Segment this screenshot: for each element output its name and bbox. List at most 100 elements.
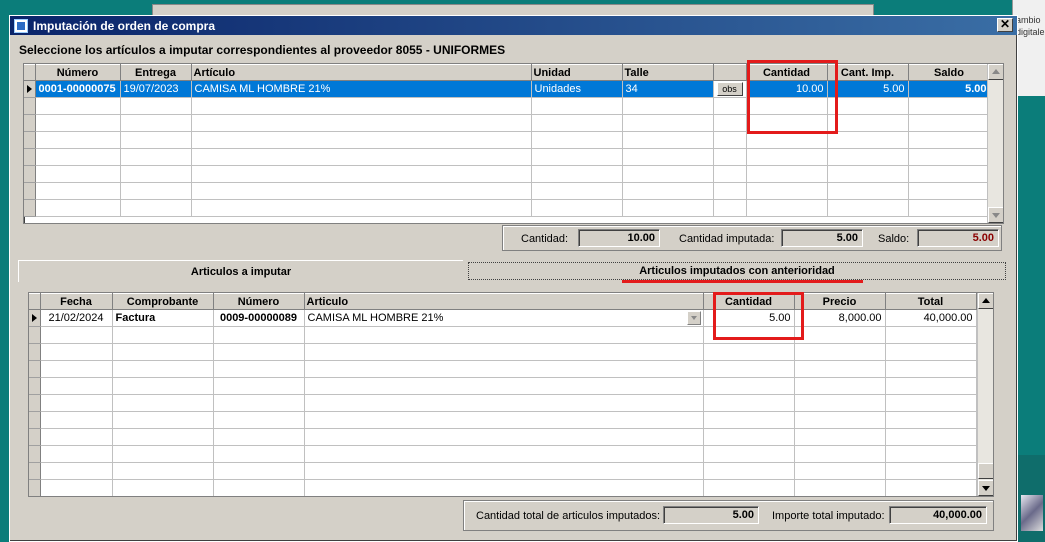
empty-cell[interactable] — [827, 148, 909, 166]
table-row[interactable] — [29, 445, 977, 463]
empty-cell[interactable] — [908, 182, 991, 200]
empty-cell[interactable] — [40, 343, 113, 361]
empty-cell[interactable] — [40, 394, 113, 412]
empty-cell[interactable] — [304, 479, 704, 496]
empty-cell[interactable] — [703, 445, 795, 463]
col-header-talle[interactable]: Talle — [622, 64, 714, 81]
empty-cell[interactable] — [885, 411, 977, 429]
empty-cell[interactable] — [713, 182, 747, 200]
empty-cell[interactable] — [191, 131, 532, 149]
table-row[interactable] — [24, 165, 991, 183]
empty-cell[interactable] — [622, 199, 714, 217]
table-row[interactable] — [24, 114, 991, 132]
obs-button[interactable]: obs — [716, 82, 743, 96]
empty-cell[interactable] — [112, 428, 214, 446]
empty-cell[interactable] — [304, 462, 704, 480]
articles-scrollbar[interactable] — [987, 64, 1003, 223]
empty-cell[interactable] — [40, 462, 113, 480]
empty-cell[interactable] — [531, 131, 623, 149]
empty-cell[interactable] — [908, 114, 991, 132]
empty-cell[interactable] — [213, 445, 305, 463]
empty-cell[interactable] — [703, 479, 795, 496]
table-row[interactable] — [24, 131, 991, 149]
empty-cell[interactable] — [794, 445, 886, 463]
col-header-saldo[interactable]: Saldo — [908, 64, 991, 81]
empty-cell[interactable] — [40, 411, 113, 429]
empty-cell[interactable] — [40, 360, 113, 378]
empty-cell[interactable] — [304, 394, 704, 412]
empty-cell[interactable] — [304, 360, 704, 378]
empty-cell[interactable] — [713, 131, 747, 149]
empty-cell[interactable] — [794, 394, 886, 412]
table-row[interactable] — [29, 462, 977, 480]
empty-cell[interactable] — [213, 326, 305, 344]
empty-cell[interactable] — [713, 114, 747, 132]
col-header-comprobante[interactable]: Comprobante — [112, 293, 214, 310]
empty-cell[interactable] — [827, 199, 909, 217]
empty-cell[interactable] — [794, 462, 886, 480]
table-row[interactable] — [29, 428, 977, 446]
empty-cell[interactable] — [713, 165, 747, 183]
table-row[interactable] — [29, 343, 977, 361]
cell-total[interactable]: 40,000.00 — [885, 309, 977, 327]
empty-cell[interactable] — [703, 411, 795, 429]
empty-cell[interactable] — [703, 343, 795, 361]
empty-cell[interactable] — [531, 165, 623, 183]
close-button[interactable]: ✕ — [997, 18, 1013, 32]
table-row[interactable] — [29, 326, 977, 344]
table-row[interactable] — [29, 411, 977, 429]
cell-numero[interactable]: 0001-00000075 — [35, 80, 121, 98]
empty-cell[interactable] — [885, 445, 977, 463]
empty-cell[interactable] — [304, 343, 704, 361]
empty-cell[interactable] — [112, 462, 214, 480]
cell-fecha[interactable]: 21/02/2024 — [40, 309, 113, 327]
empty-cell[interactable] — [885, 360, 977, 378]
empty-cell[interactable] — [191, 199, 532, 217]
empty-cell[interactable] — [35, 199, 121, 217]
scroll-thumb[interactable] — [978, 463, 993, 479]
empty-cell[interactable] — [827, 131, 909, 149]
col-header-numero[interactable]: Número — [213, 293, 305, 310]
table-row[interactable]: 21/02/2024 Factura 0009-00000089 CAMISA … — [29, 309, 977, 327]
empty-cell[interactable] — [213, 360, 305, 378]
cell-talle[interactable]: 34 — [622, 80, 714, 98]
empty-cell[interactable] — [746, 165, 828, 183]
empty-cell[interactable] — [622, 131, 714, 149]
tab-articulos-imputados[interactable]: Articulos imputados con anterioridad — [468, 262, 1006, 280]
empty-cell[interactable] — [35, 97, 121, 115]
empty-cell[interactable] — [120, 165, 192, 183]
col-header-articulo[interactable]: Articulo — [304, 293, 704, 310]
empty-cell[interactable] — [40, 326, 113, 344]
empty-cell[interactable] — [213, 411, 305, 429]
empty-cell[interactable] — [908, 148, 991, 166]
empty-cell[interactable] — [191, 165, 532, 183]
empty-cell[interactable] — [531, 97, 623, 115]
col-header-articulo[interactable]: Artículo — [191, 64, 532, 81]
table-row[interactable] — [24, 97, 991, 115]
cell-comprobante[interactable]: Factura — [112, 309, 214, 327]
empty-cell[interactable] — [703, 428, 795, 446]
empty-cell[interactable] — [191, 114, 532, 132]
empty-cell[interactable] — [703, 360, 795, 378]
col-header-cant-imp[interactable]: Cant. Imp. — [827, 64, 909, 81]
imputed-scrollbar[interactable] — [977, 293, 993, 496]
empty-cell[interactable] — [531, 114, 623, 132]
empty-cell[interactable] — [304, 428, 704, 446]
empty-cell[interactable] — [794, 377, 886, 395]
cell-unidad[interactable]: Unidades — [531, 80, 623, 98]
empty-cell[interactable] — [531, 199, 623, 217]
empty-cell[interactable] — [40, 377, 113, 395]
table-row[interactable] — [24, 148, 991, 166]
col-header-fecha[interactable]: Fecha — [40, 293, 113, 310]
empty-cell[interactable] — [40, 428, 113, 446]
empty-cell[interactable] — [746, 131, 828, 149]
empty-cell[interactable] — [191, 182, 532, 200]
empty-cell[interactable] — [622, 165, 714, 183]
empty-cell[interactable] — [35, 114, 121, 132]
empty-cell[interactable] — [885, 326, 977, 344]
empty-cell[interactable] — [120, 131, 192, 149]
empty-cell[interactable] — [885, 428, 977, 446]
cell-entrega[interactable]: 19/07/2023 — [120, 80, 192, 98]
empty-cell[interactable] — [112, 377, 214, 395]
empty-cell[interactable] — [794, 428, 886, 446]
